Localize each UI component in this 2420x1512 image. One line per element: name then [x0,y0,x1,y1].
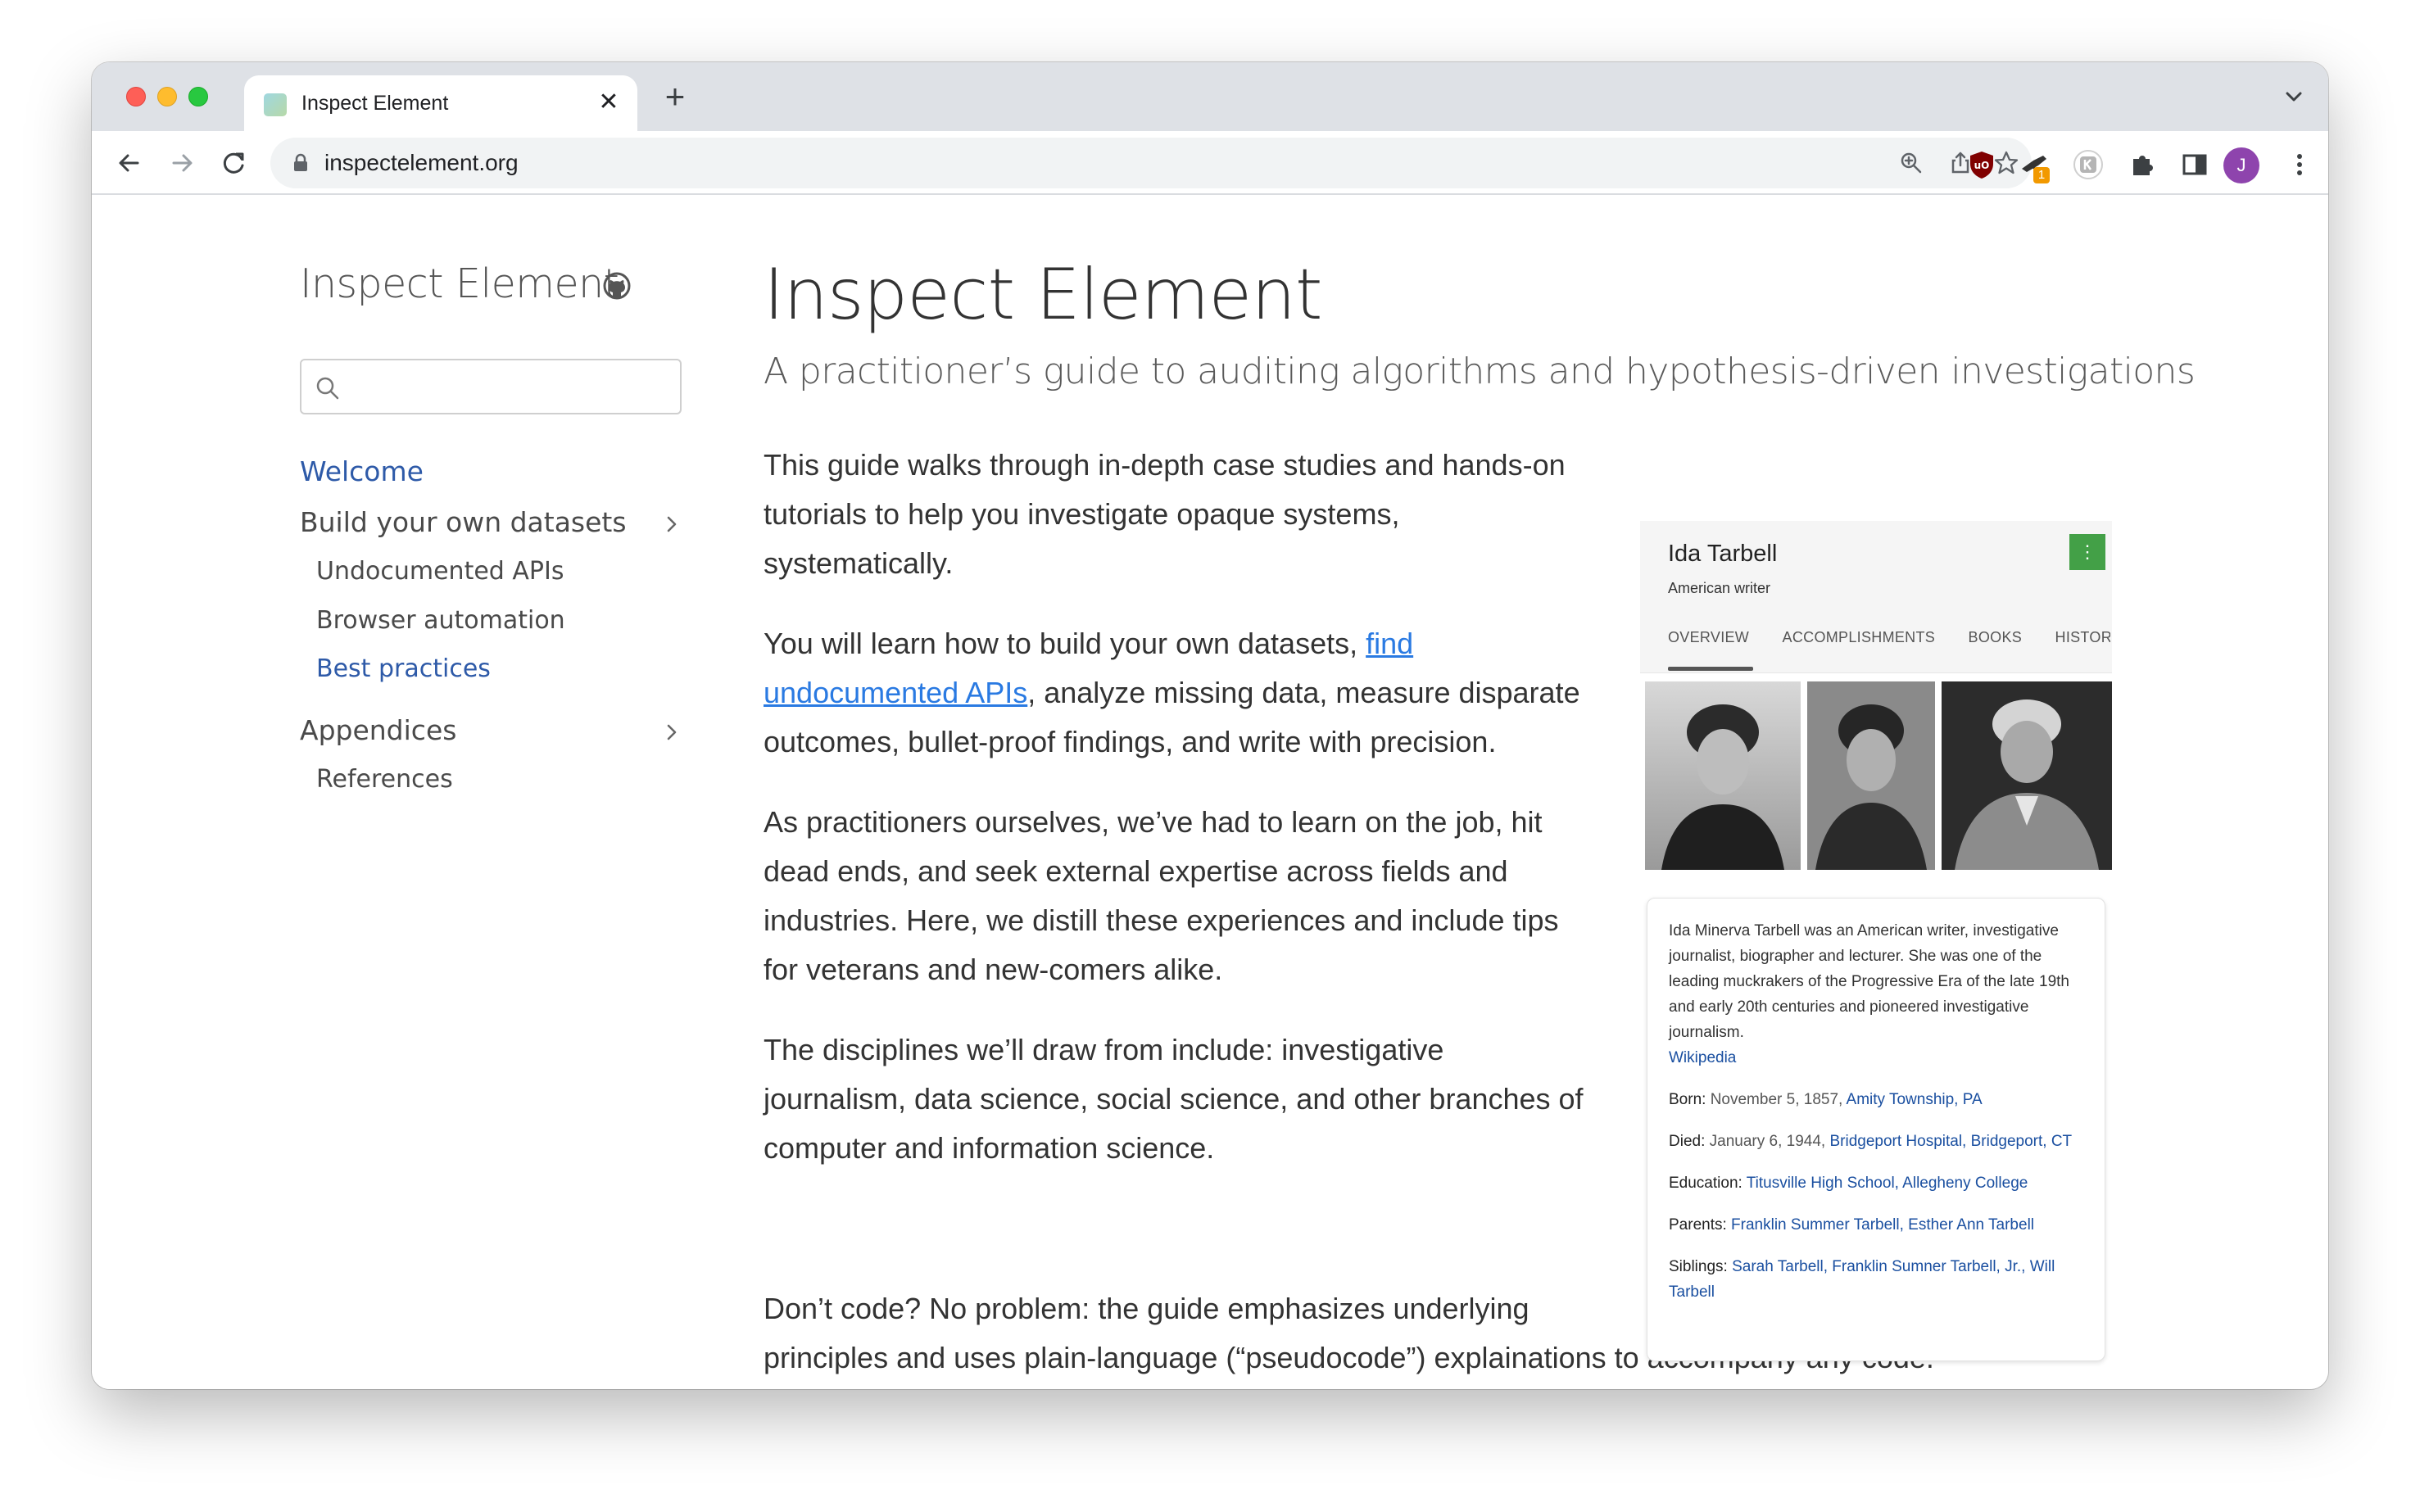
sidebar-item-undocumented-apis[interactable]: Undocumented APIs [316,557,564,586]
github-icon[interactable] [601,270,632,301]
kp-fact-link: Bridgeport Hospital, Bridgeport, CT [1829,1133,2073,1150]
close-window-button[interactable] [126,87,146,106]
kp-photos [1640,681,2112,870]
favicon-icon [264,93,287,116]
search-icon [316,377,339,400]
kp-summary: Ida Minerva Tarbell was an American writ… [1669,918,2083,1071]
search-box[interactable] [300,359,682,414]
chevron-right-icon[interactable] [660,721,683,744]
portrait-photo [1645,681,1801,870]
kp-fact-link: Amity Township, PA [1846,1091,1983,1108]
kp-fact-label: Education: [1669,1175,1742,1192]
kp-tab-history: HISTORY [2055,629,2110,645]
kp-tabs: OVERVIEW ACCOMPLISHMENTS BOOKS HISTORY [1668,629,2110,665]
kp-tab-overview: OVERVIEW [1668,629,1750,645]
kp-fact-value: November 5, 1857, [1710,1091,1843,1108]
portrait-photo [1807,681,1935,870]
paragraph-disciplines: The disciplines we’ll draw from include:… [764,1033,1584,1165]
kp-tab-books: BOOKS [1968,629,2023,645]
chevron-right-icon[interactable] [660,513,683,536]
kp-description: American writer [1668,580,1771,596]
new-tab-button[interactable]: + [657,79,693,115]
portrait-photo [1942,681,2112,870]
more-menu-icon[interactable] [2284,149,2315,180]
svg-text:uO: uO [1974,160,1990,171]
kp-more-icon: ⋮ [2069,534,2105,570]
minimize-window-button[interactable] [157,87,177,106]
kp-fact-label: Parents: [1669,1216,1727,1234]
page-subtitle: A practitioner’s guide to auditing algor… [764,351,2196,392]
paragraph-intro: This guide walks through in-depth case s… [764,448,1566,580]
extensions-puzzle-icon[interactable] [2127,149,2158,180]
kp-fact-link: Titusville High School, Allegheny Colleg… [1746,1175,2028,1192]
knowledge-panel-header: Ida Tarbell American writer ⋮ OVERVIEW A… [1640,521,2112,673]
chevron-down-icon[interactable] [2277,80,2310,113]
kp-fact-died: Died: January 6, 1944, Bridgeport Hospit… [1669,1129,2083,1154]
page-content: Inspect Element Welcome Build your own d… [92,195,2328,1389]
extension-k-icon[interactable] [2073,149,2104,180]
paragraph-text: You will learn how to build your own dat… [764,627,1366,660]
address-bar[interactable]: inspectelement.org [270,138,2032,188]
profile-avatar[interactable]: J [2223,147,2259,183]
extension-badge: 1 [2033,167,2050,183]
kp-fact-parents: Parents: Franklin Summer Tarbell, Esther… [1669,1212,2083,1238]
forward-arrow-icon[interactable] [164,145,200,181]
kp-fact-label: Died: [1669,1133,1706,1150]
knowledge-panel-figure: Ida Tarbell American writer ⋮ OVERVIEW A… [1640,521,2112,1365]
kp-fact-label: Born: [1669,1091,1706,1108]
tab-strip: Inspect Element ✕ + [92,62,2328,131]
sidebar-item-build-datasets[interactable]: Build your own datasets [300,506,627,538]
zoom-icon[interactable] [1897,149,1925,177]
kp-wikipedia-link: Wikipedia [1669,1049,1737,1066]
browser-toolbar: inspectelement.org uO 1 J [92,131,2328,195]
zoom-window-button[interactable] [188,87,208,106]
lock-icon[interactable] [290,152,311,174]
sidebar-item-best-practices[interactable]: Best practices [316,654,491,683]
page-title: Inspect Element [764,254,1323,336]
tab-inspect-element[interactable]: Inspect Element ✕ [244,75,637,131]
sidebar-item-welcome[interactable]: Welcome [300,455,424,487]
kp-name: Ida Tarbell [1668,541,1778,567]
sidebar-item-references[interactable]: References [316,765,453,794]
sidebar-item-appendices[interactable]: Appendices [300,714,456,746]
side-panel-icon[interactable] [2179,149,2210,180]
paragraph-learn: You will learn how to build your own dat… [764,619,1591,767]
kp-fact-siblings: Siblings: Sarah Tarbell, Franklin Sumner… [1669,1254,2083,1305]
kp-fact-label: Siblings: [1669,1258,1728,1275]
back-arrow-icon[interactable] [111,145,147,181]
kp-details-card: Ida Minerva Tarbell was an American writ… [1647,898,2105,1361]
kp-tab-accomplishments: ACCOMPLISHMENTS [1782,629,1936,645]
search-input[interactable] [351,369,670,405]
sidebar-item-browser-automation[interactable]: Browser automation [316,606,565,635]
kp-fact-education: Education: Titusville High School, Alleg… [1669,1170,2083,1196]
close-tab-icon[interactable]: ✕ [595,88,623,116]
kp-fact-link: Franklin Summer Tarbell, Esther Ann Tarb… [1731,1216,2035,1234]
site-title[interactable]: Inspect Element [300,260,619,307]
paragraph-practitioners: As practitioners ourselves, we’ve had to… [764,805,1559,986]
intro-text: This guide walks through in-depth case s… [764,441,1591,1204]
browser-window: Inspect Element ✕ + inspectelement.org u… [92,62,2328,1389]
tab-title: Inspect Element [301,92,449,115]
kp-tab-underline [1668,667,1753,671]
url-text[interactable]: inspectelement.org [324,150,519,176]
kp-fact-value: January 6, 1944, [1709,1133,1826,1150]
ublock-origin-icon[interactable]: uO [1966,149,1997,180]
kp-fact-born: Born: November 5, 1857, Amity Township, … [1669,1087,2083,1112]
kp-summary-text: Ida Minerva Tarbell was an American writ… [1669,922,2069,1041]
reload-icon[interactable] [216,145,252,181]
